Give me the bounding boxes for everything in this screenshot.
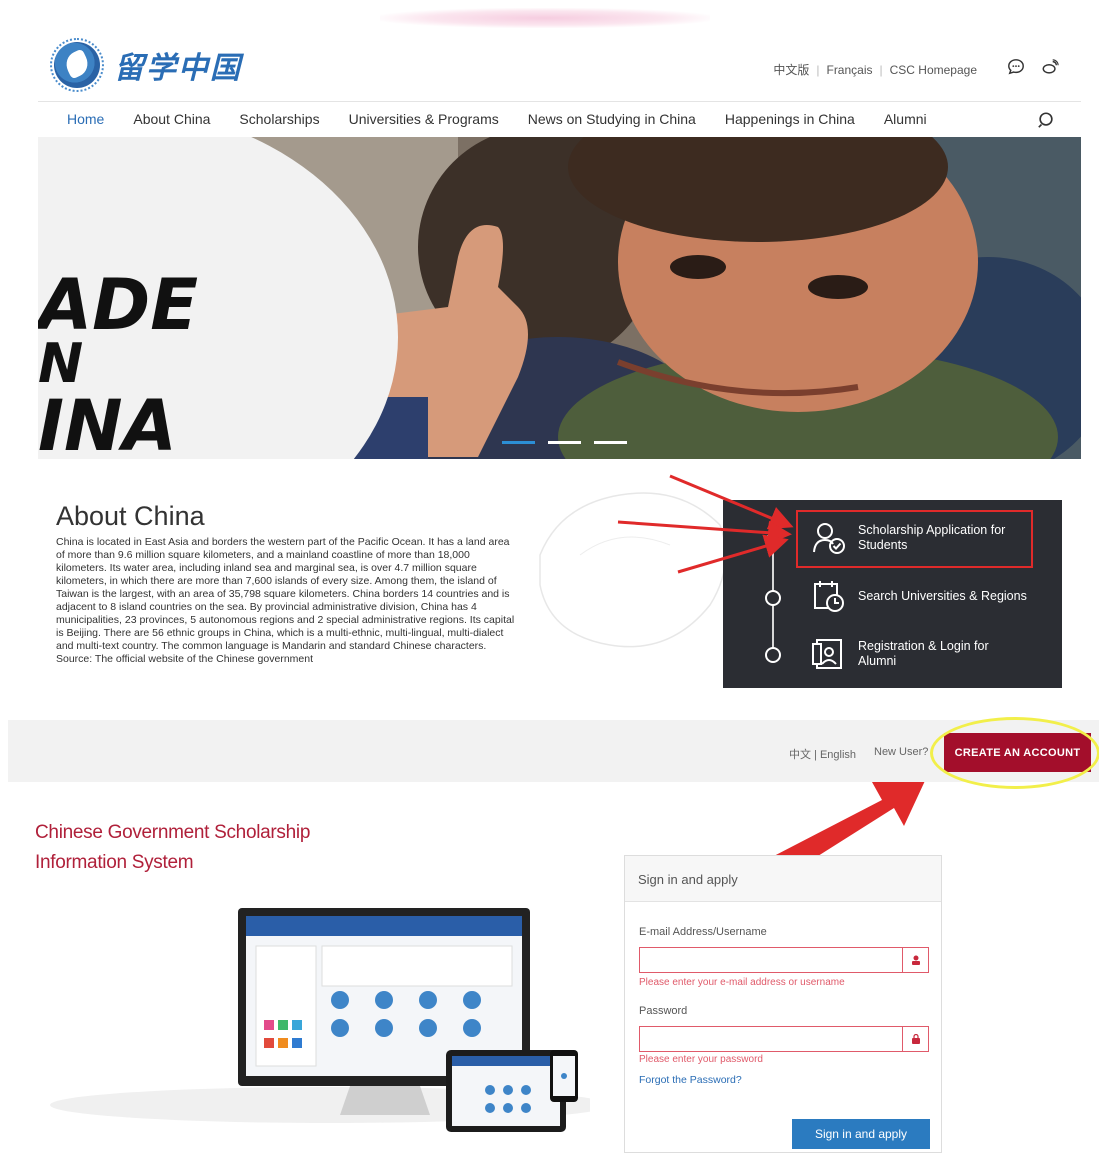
system-title-line2: Information System — [35, 852, 194, 873]
highlight-ellipse — [930, 717, 1099, 789]
devices-illustration — [50, 908, 590, 1132]
email-error: Please enter your e-mail address or user… — [639, 977, 845, 988]
forgot-password-link[interactable]: Forgot the Password? — [639, 1074, 742, 1086]
email-label: E-mail Address/Username — [639, 926, 767, 938]
password-field[interactable] — [639, 1026, 929, 1052]
lock-icon — [902, 1027, 928, 1051]
red-arrow — [677, 534, 789, 574]
signin-panel: Sign in and apply E-mail Address/Usernam… — [624, 855, 942, 1153]
system-title-line1: Chinese Government Scholarship — [35, 822, 311, 843]
system-title: Chinese Government Scholarship Informati… — [35, 818, 310, 878]
signin-button[interactable]: Sign in and apply — [792, 1119, 930, 1149]
red-arrow — [617, 520, 792, 545]
red-arrow — [669, 474, 794, 530]
user-icon — [902, 948, 928, 972]
password-label: Password — [639, 1005, 688, 1017]
password-error: Please enter your password — [639, 1054, 763, 1065]
language-switch[interactable]: 中文 | English — [789, 746, 856, 762]
email-field[interactable] — [639, 947, 929, 973]
new-user-label: New User? — [874, 746, 929, 758]
signin-heading: Sign in and apply — [625, 856, 941, 902]
